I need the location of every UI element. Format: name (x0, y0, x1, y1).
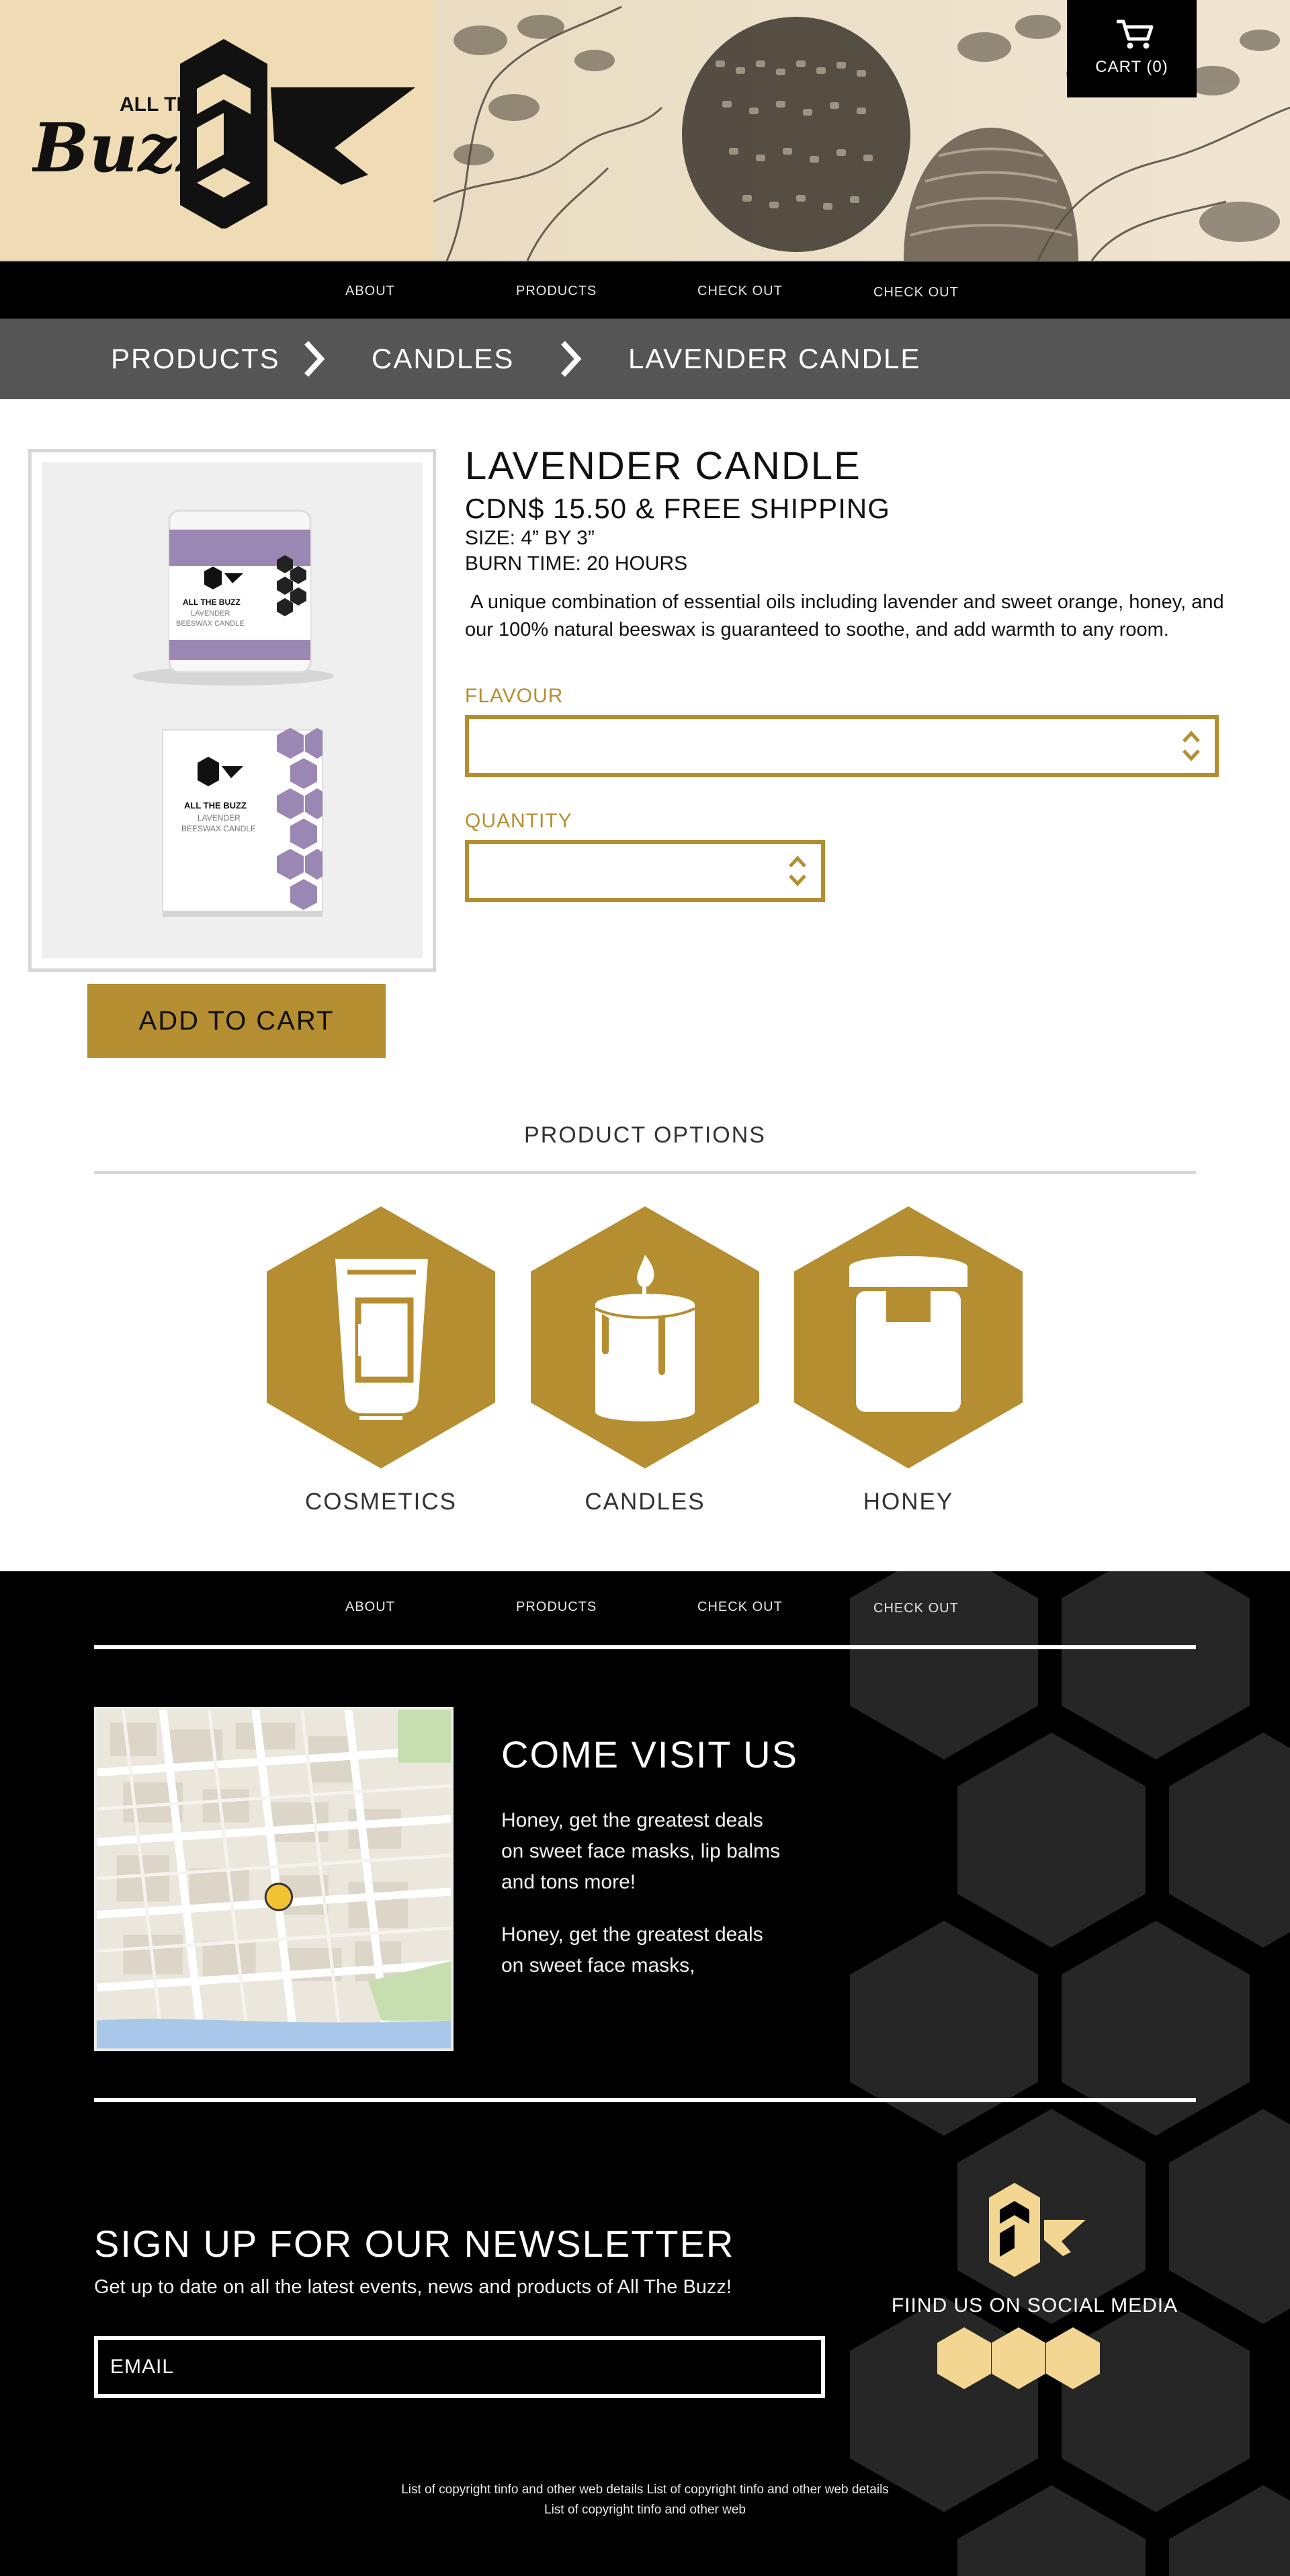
nav-checkout[interactable]: CHECK OUT (697, 284, 783, 299)
option-candles-label: CANDLES (585, 1489, 705, 1515)
visit-text: Honey, get the greatest deals on sweet f… (501, 1809, 781, 1893)
option-cosmetics[interactable]: COSMETICS (267, 1206, 495, 1522)
quantity-select[interactable] (465, 840, 825, 902)
divider (94, 1171, 1196, 1174)
honey-jar-icon (794, 1206, 1023, 1468)
footer-nav-about[interactable]: ABOUT (345, 1599, 395, 1615)
newsletter-subtitle: Get up to date on all the latest events,… (94, 2276, 732, 2298)
divider (94, 1645, 1196, 1649)
jar-line2: BEESWAX CANDLE (176, 620, 245, 628)
product-size: SIZE: 4” BY 3” (465, 527, 595, 549)
up-down-arrows-icon (1182, 731, 1200, 761)
visit-text: Honey, get the greatest deals on sweet f… (501, 1923, 763, 1977)
option-honey[interactable]: HONEY (794, 1206, 1023, 1522)
cart-icon (1117, 19, 1154, 49)
candle-icon (531, 1206, 759, 1468)
cosmetics-tube-icon (267, 1206, 495, 1468)
social-title: FIIND US ON SOCIAL MEDIA (891, 2294, 1178, 2317)
product-image-frame: ALL THE BUZZ LAVENDER BEESWAX CANDLE ALL… (28, 449, 436, 972)
jar-brand: ALL THE BUZZ (183, 597, 241, 607)
up-down-arrows-icon (789, 856, 806, 886)
copyright-text: List of copyright tinfo and other web (544, 2503, 746, 2517)
jar-line1: LAVENDER (191, 610, 230, 618)
cart-label: CART (0) (1095, 58, 1168, 76)
box-line2: BEESWAX CANDLE (181, 824, 256, 833)
product-description: A unique combination of essential oils i… (465, 591, 1230, 640)
footer-nav: ABOUT PRODUCTS CHECK OUT CHECK OUT (0, 1571, 1290, 1645)
site-footer: ABOUT PRODUCTS CHECK OUT CHECK OUT COME … (0, 1571, 1290, 2576)
nav-checkout-2[interactable]: CHECK OUT (873, 285, 959, 300)
bee-logo-icon (989, 2183, 1086, 2277)
footer-nav-products[interactable]: PRODUCTS (516, 1599, 597, 1615)
option-honey-label: HONEY (863, 1489, 954, 1515)
divider (94, 2098, 1196, 2102)
chevron-right-icon (304, 341, 325, 377)
nav-products[interactable]: PRODUCTS (516, 284, 597, 299)
option-candles[interactable]: CANDLES (531, 1206, 759, 1522)
product-options-heading: PRODUCT OPTIONS (524, 1122, 766, 1148)
copyright-text: List of copyright tinfo and other web de… (401, 2483, 889, 2497)
breadcrumb-current: LAVENDER CANDLE (628, 343, 921, 374)
main-nav: ABOUT PRODUCTS CHECK OUT CHECK OUT (0, 261, 1290, 319)
bee-logo-icon[interactable]: ALL THE Buzz (32, 34, 422, 228)
chevron-right-icon (561, 341, 582, 377)
product-title: LAVENDER CANDLE (465, 444, 861, 488)
option-cosmetics-label: COSMETICS (304, 1489, 458, 1515)
breadcrumb-products[interactable]: PRODUCTS (111, 343, 280, 375)
add-to-cart-button[interactable]: ADD TO CART (87, 984, 386, 1058)
newsletter-title: SIGN UP FOR OUR NEWSLETTER (94, 2222, 735, 2265)
footer-nav-checkout-2[interactable]: CHECK OUT (873, 1601, 959, 1616)
quantity-label: QUANTITY (465, 810, 572, 832)
breadcrumb-candles[interactable]: CANDLES (372, 343, 514, 375)
visit-title: COME VISIT US (501, 1733, 798, 1776)
location-map[interactable] (94, 1707, 454, 2051)
nav-about[interactable]: ABOUT (345, 284, 395, 299)
cart-button[interactable]: CART (0) (1067, 0, 1197, 97)
box-brand: ALL THE BUZZ (184, 800, 247, 811)
social-link-1[interactable] (937, 2327, 991, 2389)
email-field[interactable] (94, 2336, 825, 2398)
product-price: CDN$ 15.50 & FREE SHIPPING (465, 493, 890, 524)
breadcrumb: PRODUCTS CANDLES LAVENDER CANDLE (0, 319, 1290, 399)
map-pin-icon (264, 1882, 294, 1911)
social-link-2[interactable] (992, 2327, 1045, 2389)
social-link-3[interactable] (1046, 2327, 1100, 2389)
product-image[interactable]: ALL THE BUZZ LAVENDER BEESWAX CANDLE ALL… (42, 462, 423, 958)
site-header: ALL THE Buzz CART (0) (0, 0, 1290, 261)
product-burn-time: BURN TIME: 20 HOURS (465, 552, 688, 575)
footer-nav-checkout[interactable]: CHECK OUT (697, 1599, 783, 1615)
flavour-select[interactable] (465, 715, 1219, 777)
box-line1: LAVENDER (198, 813, 241, 823)
flavour-label: FLAVOUR (465, 685, 564, 707)
